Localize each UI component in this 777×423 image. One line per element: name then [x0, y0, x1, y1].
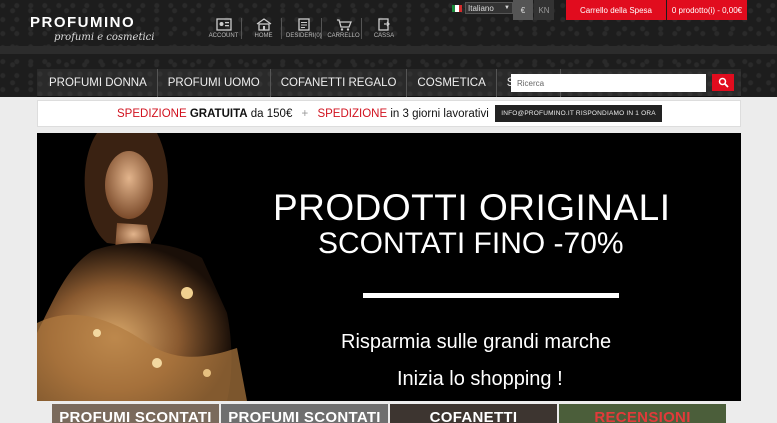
banner-title: PRODOTTI ORIGINALI: [273, 187, 671, 228]
nav-cart[interactable]: CARRELLO: [326, 18, 362, 39]
language-selected: Italiano: [468, 3, 494, 13]
cart-icon: [336, 19, 352, 31]
shipping-separator: +: [301, 107, 309, 120]
nav-account-label: ACCOUNT: [208, 33, 239, 39]
banner-subtitle: SCONTATI FINO -70%: [318, 227, 624, 260]
account-icon: [215, 18, 232, 31]
language-switcher: Italiano ▼: [452, 1, 513, 15]
hero-banner[interactable]: PRODOTTI ORIGINALI SCONTATI FINO -70% Ri…: [37, 133, 741, 401]
cart-button[interactable]: Carrello della Spesa: [566, 0, 666, 20]
site-logo[interactable]: PROFUMINO profumi e cosmetici: [30, 14, 154, 43]
tile-profumi-scontati-1[interactable]: PROFUMI SCONTATI: [52, 404, 219, 423]
currency-kn-button[interactable]: KN: [534, 0, 554, 20]
nav-checkout-label: CASSA: [373, 33, 395, 39]
shipping-label-1: SPEDIZIONE: [117, 107, 187, 120]
menu-item-cofanetti-regalo[interactable]: COFANETTI REGALO: [271, 68, 408, 97]
logo-tagline: profumi e cosmetici: [54, 32, 155, 43]
nav-cart-label: CARRELLO: [327, 33, 360, 39]
logo-wordmark: PROFUMINO: [30, 14, 136, 31]
home-icon: [256, 18, 271, 31]
checkout-icon: [378, 18, 390, 31]
model-photo: [37, 133, 297, 401]
cart-summary[interactable]: 0 prodotto(i) - 0,00€: [667, 0, 747, 20]
nav-account[interactable]: ACCOUNT: [206, 18, 242, 39]
italy-flag-icon: [452, 4, 462, 12]
search-icon: [718, 77, 729, 88]
search-input[interactable]: Ricerca: [511, 74, 706, 92]
menu-item-profumi-donna[interactable]: PROFUMI DONNA: [37, 68, 158, 97]
tile-label: COFANETTI: [429, 409, 518, 423]
shipping-label-2: SPEDIZIONE: [317, 107, 388, 120]
shipping-bar: SPEDIZIONE GRATUITA da 150€ + SPEDIZIONE…: [37, 100, 741, 127]
search-button[interactable]: [712, 74, 734, 91]
nav-wishlist[interactable]: DESIDERI(0): [286, 18, 322, 39]
tile-cofanetti[interactable]: COFANETTI: [390, 404, 557, 423]
nav-wishlist-label: DESIDERI(0): [286, 33, 322, 39]
banner-tagline-1: Risparmia sulle grandi marche: [341, 331, 612, 353]
tile-label: PROFUMI SCONTATI: [59, 409, 212, 423]
chevron-down-icon: ▼: [504, 5, 510, 11]
nav-home[interactable]: HOME: [246, 18, 282, 39]
menu-item-profumi-uomo[interactable]: PROFUMI UOMO: [158, 68, 271, 97]
currency-eur-button[interactable]: €: [513, 0, 533, 20]
shipping-message: SPEDIZIONE GRATUITA da 150€ + SPEDIZIONE…: [117, 108, 489, 120]
email-contact-button[interactable]: INFO@PROFUMINO.IT RISPONDIAMO IN 1 ORA: [495, 105, 662, 122]
banner-tagline-2: Inizia lo shopping !: [397, 368, 563, 390]
tile-label: PROFUMI SCONTATI: [228, 409, 381, 423]
header-band: [0, 46, 777, 54]
icon-nav: ACCOUNT HOME DESIDERI(0) CARRELLO CASSA: [206, 18, 406, 39]
banner-divider: [363, 293, 619, 298]
category-tiles: PROFUMI SCONTATI PROFUMI SCONTATI COFANE…: [52, 404, 726, 423]
language-select[interactable]: Italiano ▼: [465, 2, 513, 14]
tile-label: RECENSIONI: [594, 409, 691, 423]
wishlist-icon: [297, 18, 310, 31]
nav-home-label: HOME: [254, 33, 273, 39]
main-menu: PROFUMI DONNA PROFUMI UOMO COFANETTI REG…: [37, 68, 741, 97]
tile-profumi-scontati-2[interactable]: PROFUMI SCONTATI: [221, 404, 388, 423]
tile-recensioni[interactable]: RECENSIONI: [559, 404, 726, 423]
menu-item-cosmetica[interactable]: COSMETICA: [407, 68, 497, 97]
nav-checkout[interactable]: CASSA: [366, 18, 402, 39]
shipping-threshold: da 150€: [250, 107, 293, 120]
shipping-free: GRATUITA: [189, 107, 248, 120]
shipping-time: in 3 giorni lavorativi: [390, 107, 489, 120]
